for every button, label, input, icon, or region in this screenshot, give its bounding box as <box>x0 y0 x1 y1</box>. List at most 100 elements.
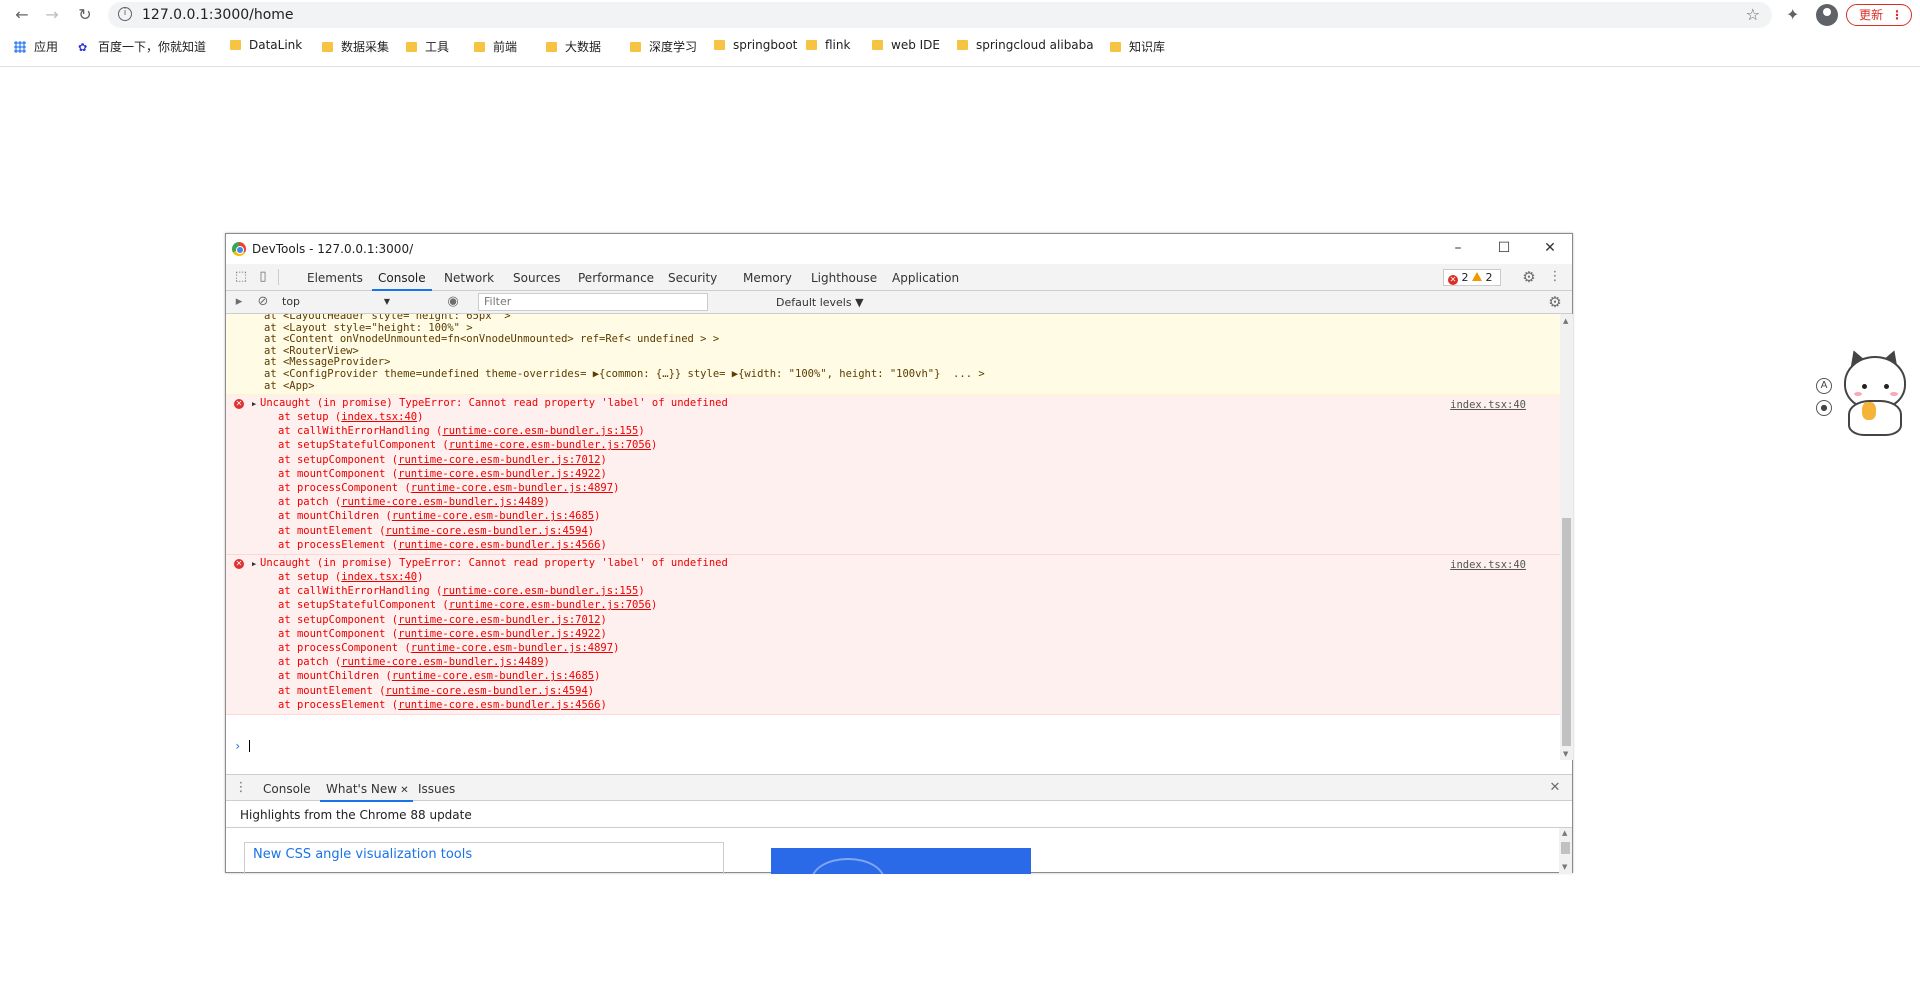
sidebar-toggle-icon[interactable]: ▸ <box>232 295 246 309</box>
trace-location-link[interactable]: runtime-core.esm-bundler.js:4922 <box>398 628 600 640</box>
expand-triangle-icon[interactable]: ▶ <box>252 400 256 408</box>
trace-location-link[interactable]: runtime-core.esm-bundler.js:4685 <box>392 670 594 682</box>
tab-security[interactable]: Security <box>668 271 717 285</box>
bookmark-item[interactable]: springboot <box>714 38 797 52</box>
drawer-tab-console[interactable]: Console <box>263 782 311 796</box>
console-input-caret[interactable] <box>249 740 250 752</box>
bookmark-item[interactable]: 数据采集 <box>322 38 389 55</box>
tab-memory[interactable]: Memory <box>743 271 792 285</box>
drawer-scroll-down-icon[interactable]: ▼ <box>1562 863 1567 871</box>
more-options-icon[interactable]: ⋮ <box>1548 270 1562 284</box>
drawer-menu-icon[interactable]: ⋮ <box>234 781 248 795</box>
error-source-link[interactable]: index.tsx:40 <box>1450 399 1526 411</box>
trace-location-link[interactable]: runtime-core.esm-bundler.js:4897 <box>411 482 613 494</box>
trace-location-link[interactable]: runtime-core.esm-bundler.js:4566 <box>398 539 600 551</box>
drawer-tabbar: ⋮ Console What's New ✕ Issues ✕ <box>226 774 1572 802</box>
folder-icon <box>872 40 883 50</box>
close-tab-icon[interactable]: ✕ <box>397 785 408 796</box>
address-bar[interactable]: i 127.0.0.1:3000/home ☆ <box>108 2 1772 28</box>
drawer-tab-issues[interactable]: Issues <box>418 782 455 796</box>
trace-location-link[interactable]: runtime-core.esm-bundler.js:4489 <box>341 656 543 668</box>
trace-location-link[interactable]: runtime-core.esm-bundler.js:4922 <box>398 468 600 480</box>
console-output[interactable]: at <LayoutHeader style="height: 65px" > a… <box>226 314 1560 760</box>
bookmark-item[interactable]: 应用 <box>14 38 58 55</box>
mascot-a-badge-icon[interactable]: A <box>1816 378 1832 394</box>
bookmark-item[interactable]: ✿ 百度一下，你就知道 <box>78 38 206 55</box>
drawer-tab-what-s-new[interactable]: What's New ✕ <box>320 782 413 802</box>
scroll-down-icon[interactable]: ▼ <box>1563 750 1568 758</box>
console-settings-gear-icon[interactable]: ⚙ <box>1548 295 1562 310</box>
scroll-thumb[interactable] <box>1562 518 1571 746</box>
folder-icon <box>474 42 485 52</box>
profile-avatar-icon[interactable] <box>1816 4 1838 26</box>
issues-counter[interactable]: ✕ 2 2 <box>1443 269 1501 286</box>
trace-location-link[interactable]: runtime-core.esm-bundler.js:155 <box>442 585 638 597</box>
tab-console[interactable]: Console <box>372 271 432 291</box>
trace-function: patch <box>296 496 329 509</box>
bookmark-item[interactable]: springcloud alibaba <box>957 38 1094 52</box>
stack-trace-line: at patch (runtime-core.esm-bundler.js:44… <box>278 496 550 508</box>
trace-location-link[interactable]: runtime-core.esm-bundler.js:4489 <box>341 496 543 508</box>
bookmark-item[interactable]: 工具 <box>406 38 449 55</box>
trace-location-link[interactable]: runtime-core.esm-bundler.js:4685 <box>392 510 594 522</box>
device-toolbar-icon[interactable]: ▯ <box>256 270 270 284</box>
mascot-mouse-badge-icon[interactable]: ● <box>1816 400 1832 416</box>
bookmark-item[interactable]: flink <box>806 38 850 52</box>
scroll-up-icon[interactable]: ▲ <box>1563 317 1568 325</box>
bookmark-item[interactable]: web IDE <box>872 38 940 52</box>
trace-location-link[interactable]: runtime-core.esm-bundler.js:7056 <box>449 439 651 451</box>
settings-gear-icon[interactable]: ⚙ <box>1522 270 1536 285</box>
drawer-scroll-thumb[interactable] <box>1561 842 1570 854</box>
bookmark-item[interactable]: DataLink <box>230 38 302 52</box>
tab-performance[interactable]: Performance <box>578 271 654 285</box>
error-message-block[interactable]: ✕ ▶ Uncaught (in promise) TypeError: Canno… <box>226 555 1560 715</box>
tab-elements[interactable]: Elements <box>307 271 363 285</box>
close-icon[interactable]: ✕ <box>1542 240 1558 256</box>
whats-new-card[interactable]: New CSS angle visualization tools <box>244 842 724 874</box>
clear-console-icon[interactable]: ⊘ <box>256 295 270 309</box>
trace-location-link[interactable]: runtime-core.esm-bundler.js:4594 <box>385 525 587 537</box>
cat-mascot-widget[interactable]: A ● <box>1812 347 1912 438</box>
drawer-scrollbar[interactable]: ▲ ▼ <box>1559 828 1572 874</box>
trace-location-link[interactable]: runtime-core.esm-bundler.js:4566 <box>398 699 600 711</box>
trace-location-link[interactable]: runtime-core.esm-bundler.js:4594 <box>385 685 587 697</box>
trace-location-link[interactable]: runtime-core.esm-bundler.js:7056 <box>449 599 651 611</box>
bookmark-item[interactable]: 前端 <box>474 38 517 55</box>
trace-location-link[interactable]: index.tsx:40 <box>341 411 417 423</box>
bookmark-star-icon[interactable]: ☆ <box>1746 5 1760 24</box>
context-select[interactable]: top ▼ <box>280 294 392 310</box>
trace-location-link[interactable]: runtime-core.esm-bundler.js:155 <box>442 425 638 437</box>
tab-network[interactable]: Network <box>444 271 494 285</box>
filter-input[interactable]: Filter <box>478 293 708 311</box>
tab-lighthouse[interactable]: Lighthouse <box>811 271 877 285</box>
reload-icon[interactable]: ↻ <box>75 5 95 25</box>
paren: ( <box>385 698 399 711</box>
forward-icon[interactable]: → <box>42 5 62 25</box>
info-icon[interactable]: i <box>118 7 132 21</box>
bookmark-item[interactable]: 知识库 <box>1110 38 1165 55</box>
maximize-icon[interactable]: ☐ <box>1496 240 1512 256</box>
log-levels-select[interactable]: Default levels ▼ <box>776 296 864 309</box>
folder-icon <box>957 40 968 50</box>
back-icon[interactable]: ← <box>12 5 32 25</box>
live-expression-eye-icon[interactable]: ◉ <box>446 295 460 309</box>
card-title[interactable]: New CSS angle visualization tools <box>253 847 472 862</box>
trace-location-link[interactable]: runtime-core.esm-bundler.js:4897 <box>411 642 613 654</box>
update-button[interactable]: 更新 ⋮ <box>1846 4 1912 26</box>
console-scrollbar[interactable]: ▲ ▼ <box>1560 314 1573 760</box>
inspect-element-icon[interactable]: ⬚ <box>234 270 248 284</box>
tab-sources[interactable]: Sources <box>513 271 560 285</box>
expand-triangle-icon[interactable]: ▶ <box>252 560 256 568</box>
drawer-close-icon[interactable]: ✕ <box>1548 781 1562 795</box>
error-source-link[interactable]: index.tsx:40 <box>1450 559 1526 571</box>
trace-location-link[interactable]: runtime-core.esm-bundler.js:7012 <box>398 454 600 466</box>
bookmark-item[interactable]: 深度学习 <box>630 38 697 55</box>
bookmark-item[interactable]: 大数据 <box>546 38 601 55</box>
drawer-scroll-up-icon[interactable]: ▲ <box>1562 829 1567 837</box>
trace-location-link[interactable]: runtime-core.esm-bundler.js:7012 <box>398 614 600 626</box>
tab-application[interactable]: Application <box>892 271 959 285</box>
error-message-block[interactable]: ✕ ▶ Uncaught (in promise) TypeError: Canno… <box>226 395 1560 555</box>
minimize-icon[interactable]: – <box>1450 240 1466 256</box>
extensions-icon[interactable]: ✦ <box>1786 5 1799 24</box>
trace-location-link[interactable]: index.tsx:40 <box>341 571 417 583</box>
